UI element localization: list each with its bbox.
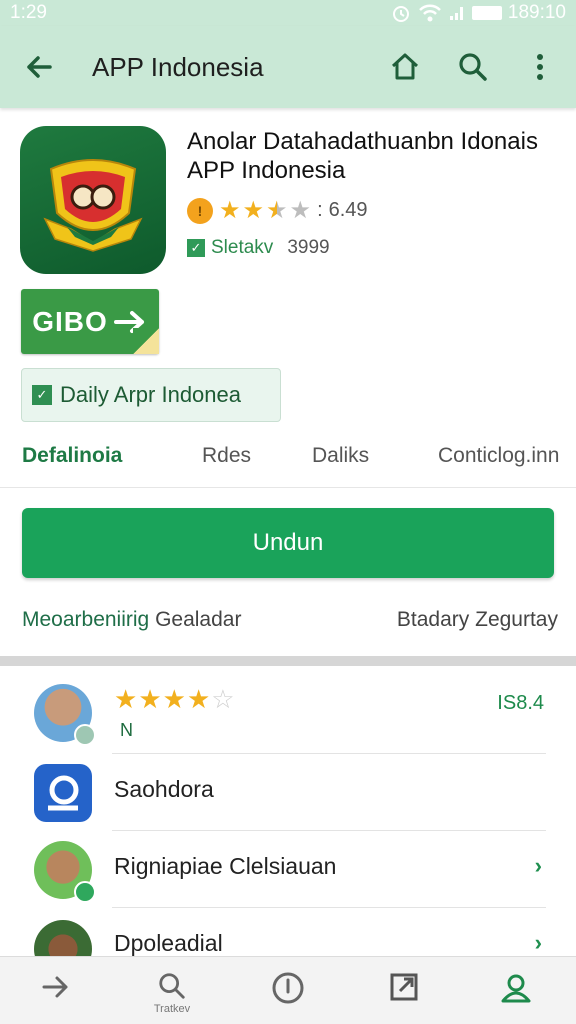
verified-label: Sletakv xyxy=(211,237,274,258)
more-vert-icon xyxy=(537,54,543,80)
review-score: IS8.4 xyxy=(497,692,544,714)
search-icon xyxy=(159,973,185,999)
rating-row: ! ★ ★ ★ ★ : 6.49 xyxy=(187,196,368,225)
star-icon: ★ xyxy=(186,684,211,714)
nav-open[interactable] xyxy=(382,971,426,1015)
check-badge-icon xyxy=(74,881,96,903)
alarm-icon xyxy=(392,6,409,22)
battery-icon xyxy=(471,6,502,20)
info-circle-icon xyxy=(272,972,304,1004)
section-divider xyxy=(0,656,576,666)
avatar-badge-icon xyxy=(74,724,96,746)
list-item-label: Dpoleadial xyxy=(114,930,223,956)
wifi-icon xyxy=(418,4,441,22)
review-stars: ★ ★ ★ ★ ☆ xyxy=(114,684,235,715)
rating-badge-icon: ! xyxy=(187,197,213,224)
chevron-right-icon: › xyxy=(534,853,542,878)
star-icon: ★ xyxy=(242,197,265,224)
star-icon: ★ xyxy=(219,197,241,224)
page-fold xyxy=(133,328,159,354)
open-box-icon xyxy=(390,973,418,1001)
list-item[interactable]: Dpoleadial › xyxy=(0,908,576,978)
star-icon: ★ xyxy=(114,684,138,714)
contact-app-icon xyxy=(34,764,92,822)
reviewer-avatar xyxy=(34,684,96,746)
tab-2[interactable]: Rdes xyxy=(202,444,251,468)
download-count: 3999 xyxy=(287,237,330,258)
half-star-icon: ★ xyxy=(266,197,288,224)
nav-search-label: Tratkev xyxy=(153,1003,191,1015)
page-title: APP Indonesia xyxy=(92,52,264,82)
star-outline-icon: ☆ xyxy=(211,684,235,714)
tab-bar: Defalinoia Rdes Daliks Conticlog.inn xyxy=(0,438,576,488)
install-button[interactable]: Undun xyxy=(22,508,554,578)
account-icon xyxy=(501,974,531,1003)
gibo-label: GIBO xyxy=(32,305,108,337)
status-right-text: 189:10 xyxy=(507,2,566,23)
check-icon: ✓ xyxy=(32,385,52,405)
nav-account[interactable] xyxy=(494,971,538,1015)
tab-1[interactable]: Defalinoia xyxy=(22,444,122,468)
nav-info[interactable] xyxy=(266,971,310,1015)
tab-3[interactable]: Daliks xyxy=(312,444,369,468)
search-icon xyxy=(459,53,487,81)
app-icon xyxy=(20,126,166,274)
rating-stars: ★ ★ ★ ★ xyxy=(219,196,311,225)
arrow-right-icon xyxy=(42,976,68,998)
back-button[interactable] xyxy=(22,50,56,89)
list-item[interactable]: Saohdora xyxy=(0,754,576,831)
status-icons: 189:10 xyxy=(390,2,566,24)
nav-search[interactable]: Tratkev xyxy=(150,971,194,1015)
star-icon: ★ xyxy=(289,197,312,224)
contact-card-icon xyxy=(48,775,79,811)
daily-chip[interactable]: ✓ Daily Arpr Indonea xyxy=(21,368,281,422)
star-icon: ★ xyxy=(162,684,186,714)
home-button[interactable] xyxy=(388,50,422,89)
arrow-left-icon xyxy=(27,56,52,78)
info-row: Meoarbeniirig Gealadar Btadary Zegurtay xyxy=(0,608,576,638)
chevron-right-icon: › xyxy=(534,930,542,955)
more-button[interactable] xyxy=(528,50,552,89)
status-time: 1:29 xyxy=(10,2,47,23)
list-item-label: Saohdora xyxy=(114,776,214,802)
tab-4[interactable]: Conticlog.inn xyxy=(438,444,559,468)
rating-colon: : xyxy=(317,199,323,221)
gibo-button[interactable]: GIBO xyxy=(21,289,159,354)
app-name: Anolar Datahadathuanbn Idonais APP Indon… xyxy=(187,127,567,185)
list-item[interactable]: Rigniapiae Clelsiauan › xyxy=(0,831,576,908)
bottom-nav: Tratkev xyxy=(0,956,576,1024)
app-name-line2: APP Indonesia xyxy=(187,157,346,184)
daily-chip-label: Daily Arpr Indonea xyxy=(60,382,241,407)
review-sublabel: N xyxy=(120,720,133,740)
app-bar: APP Indonesia xyxy=(0,26,576,108)
list-item-label: Rigniapiae Clelsiauan xyxy=(114,853,337,879)
info-left: Meoarbeniirig Gealadar xyxy=(22,608,241,632)
person-avatar xyxy=(34,841,96,903)
home-icon xyxy=(391,53,419,80)
shield-emblem-icon xyxy=(43,159,143,252)
check-icon: ✓ xyxy=(187,239,205,257)
info-lead: Meoarbeniirig xyxy=(22,608,150,631)
status-bar: 1:29 189:10 xyxy=(0,0,576,26)
search-button[interactable] xyxy=(456,50,490,89)
info-right: Btadary Zegurtay xyxy=(396,608,558,631)
review-row[interactable]: ★ ★ ★ ★ ☆ N IS8.4 xyxy=(0,666,576,754)
rating-value: 6.49 xyxy=(328,199,368,221)
nav-forward[interactable] xyxy=(34,971,78,1015)
app-name-line1: Anolar Datahadathuanbn Idonais xyxy=(187,128,538,155)
verified-row: ✓ Sletakv 3999 xyxy=(187,237,330,259)
install-button-label: Undun xyxy=(252,529,324,556)
signal-icon xyxy=(449,7,463,20)
info-left-rest: Gealadar xyxy=(155,608,242,631)
star-icon: ★ xyxy=(138,684,162,714)
